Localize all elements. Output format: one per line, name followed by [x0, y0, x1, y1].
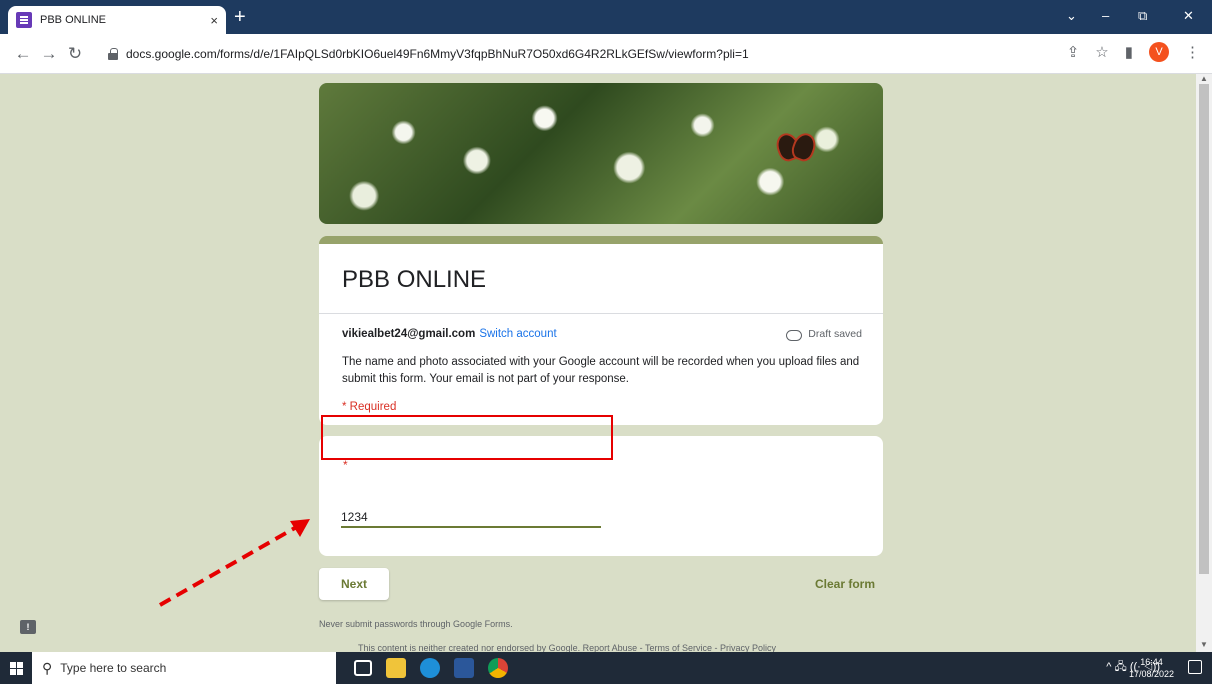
edge-icon[interactable] [420, 658, 440, 678]
taskbar-apps [354, 658, 508, 678]
draft-status: Draft saved [786, 328, 862, 341]
notification-icon[interactable] [1188, 660, 1202, 674]
taskbar-clock[interactable]: 16:44 17/08/2022 [1129, 656, 1174, 680]
taskbar-search-placeholder: Type here to search [60, 661, 167, 675]
draft-saved-text: Draft saved [808, 328, 862, 340]
close-window-button[interactable]: ✕ [1183, 8, 1194, 24]
scroll-thumb[interactable] [1199, 84, 1209, 574]
footer-links: This content is neither created nor endo… [358, 643, 777, 652]
clock-date: 17/08/2022 [1128, 669, 1174, 679]
clear-form-button[interactable]: Clear form [815, 577, 875, 591]
clock-time: 16:44 [1140, 657, 1163, 667]
address-bar[interactable]: docs.google.com/forms/d/e/1FAIpQLSd0rbKI… [108, 40, 1108, 68]
search-icon: ⚲ [42, 659, 53, 676]
share-icon[interactable]: ⇪ [1067, 43, 1080, 61]
answer-input[interactable] [341, 506, 601, 528]
bookmark-star-icon[interactable]: ☆ [1095, 43, 1108, 61]
tab-title: PBB ONLINE [40, 14, 107, 26]
browser-tab-bar: PBB ONLINE × + ⌄ – ⧉ ✕ [0, 0, 1212, 34]
tab-search-icon[interactable]: ⌄ [1066, 8, 1077, 24]
form-title: PBB ONLINE [342, 266, 487, 293]
windows-start-icon[interactable] [0, 652, 32, 684]
new-tab-button[interactable]: + [234, 7, 246, 27]
toolbar-right: ⇪ ☆ ▮ V ⋮ [1067, 42, 1200, 62]
next-button[interactable]: Next [319, 568, 389, 600]
title-divider [319, 313, 883, 314]
page-scrollbar[interactable]: ▲ ▼ [1196, 74, 1212, 652]
switch-account-link[interactable]: Switch account [479, 328, 556, 340]
required-note: * Required [342, 401, 397, 413]
side-panel-icon[interactable]: ▮ [1125, 43, 1133, 61]
reload-icon[interactable]: ↻ [62, 44, 88, 64]
google-forms-icon [16, 12, 32, 28]
annotation-arrow [159, 519, 310, 607]
cloud-check-icon [786, 328, 803, 341]
butterfly-image [777, 133, 813, 159]
chrome-icon[interactable] [488, 658, 508, 678]
lock-icon [108, 48, 118, 60]
back-arrow-icon[interactable]: ← [10, 44, 36, 64]
profile-avatar[interactable]: V [1149, 42, 1169, 62]
required-asterisk: * [343, 458, 348, 472]
maximize-button[interactable]: ⧉ [1138, 8, 1147, 24]
file-explorer-icon[interactable] [386, 658, 406, 678]
account-email: vikiealbet24@gmail.com [342, 328, 476, 340]
minimize-button[interactable]: – [1102, 8, 1109, 23]
task-view-icon[interactable] [354, 660, 372, 676]
annotation-highlight-box [321, 415, 613, 460]
feedback-icon[interactable]: ! [20, 620, 36, 634]
scroll-up-arrow-icon[interactable]: ▲ [1200, 74, 1208, 83]
form-title-card: PBB ONLINE vikiealbet24@gmail.com Switch… [319, 236, 883, 425]
menu-kebab-icon[interactable]: ⋮ [1185, 43, 1200, 61]
password-warning: Never submit passwords through Google Fo… [319, 619, 513, 629]
browser-toolbar: ← → ↻ docs.google.com/forms/d/e/1FAIpQLS… [0, 34, 1212, 74]
windows-taskbar: ⚲ Type here to search ^ 🖧 ((· ◁)) 16:44 … [0, 652, 1212, 684]
taskbar-search[interactable]: ⚲ Type here to search [32, 652, 336, 684]
scroll-down-arrow-icon[interactable]: ▼ [1200, 640, 1208, 649]
form-header-image [319, 83, 883, 224]
forward-arrow-icon[interactable]: → [36, 44, 62, 64]
form-description: The name and photo associated with your … [342, 356, 860, 385]
url-text: docs.google.com/forms/d/e/1FAIpQLSd0rbKI… [126, 47, 749, 61]
tab-close-button[interactable]: × [210, 13, 218, 28]
word-icon[interactable] [454, 658, 474, 678]
account-row: vikiealbet24@gmail.com Switch account Dr… [342, 328, 862, 341]
tab-pbb-online[interactable]: PBB ONLINE × [8, 6, 226, 34]
